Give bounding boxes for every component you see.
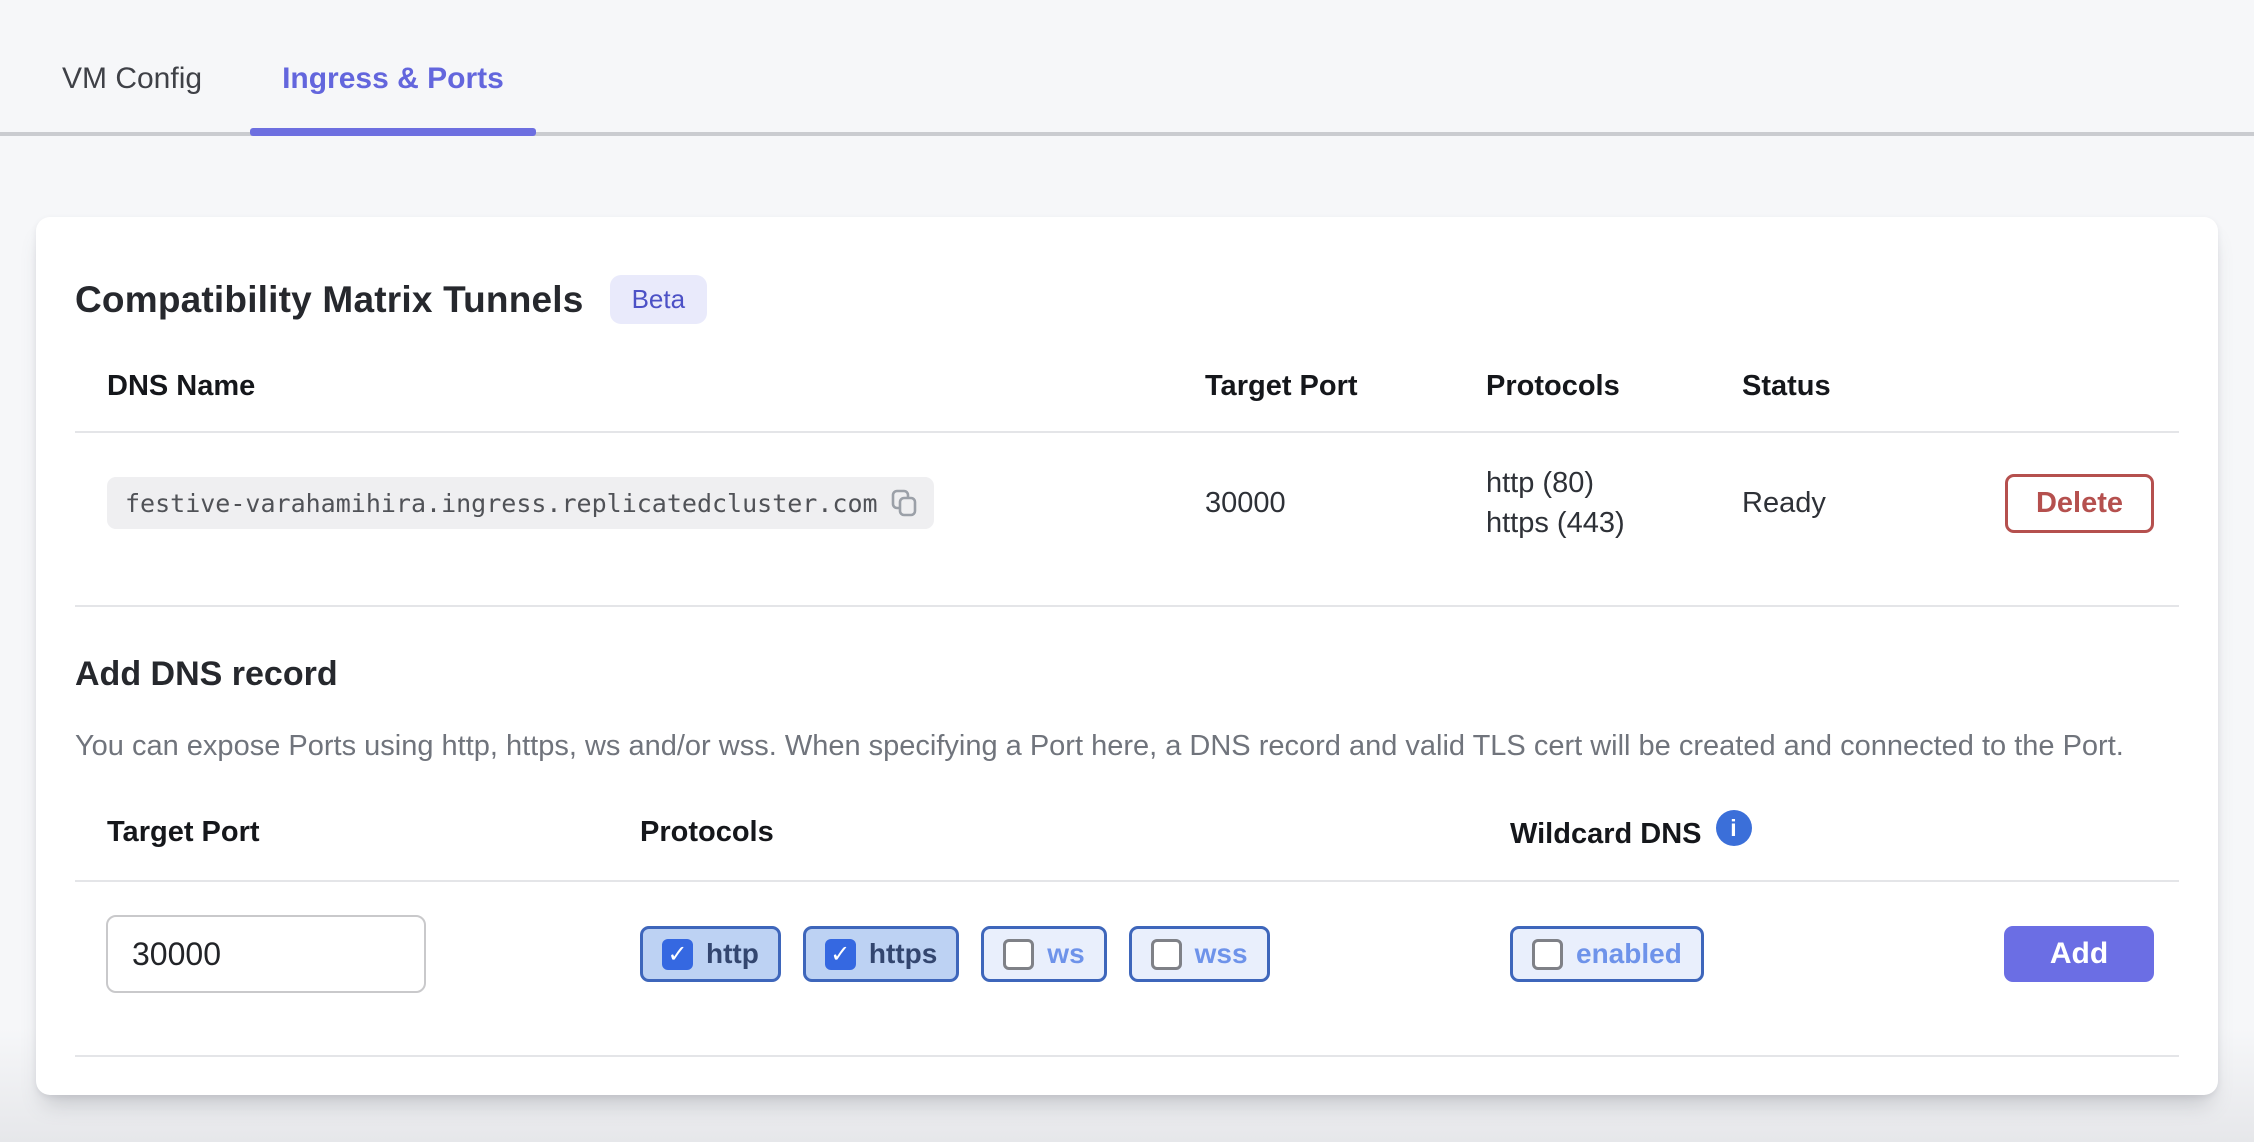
protocol-checkbox-https[interactable]: ✓ https (803, 926, 959, 982)
checkbox-unchecked-icon (1151, 939, 1182, 970)
form-row-divider (75, 1055, 2179, 1057)
protocol-option-label: http (706, 938, 759, 970)
col-header-protocols: Protocols (1486, 370, 1742, 403)
tab-ingress-ports[interactable]: Ingress & Ports (250, 62, 536, 132)
wildcard-option-label: enabled (1576, 938, 1682, 970)
checkbox-checked-icon: ✓ (662, 939, 693, 970)
panel-title-row: Compatibility Matrix Tunnels Beta (75, 275, 2179, 324)
protocols-cell: http (80) https (443) (1486, 463, 1742, 543)
checkbox-unchecked-icon (1532, 939, 1563, 970)
add-button[interactable]: Add (2004, 926, 2154, 982)
dns-name-value: festive-varahamihira.ingress.replicatedc… (125, 489, 878, 518)
page-title: Compatibility Matrix Tunnels (75, 279, 584, 321)
form-label-protocols: Protocols (640, 816, 1510, 852)
col-header-target-port: Target Port (1205, 370, 1486, 403)
table-row-divider (75, 605, 2179, 607)
col-header-dns-name: DNS Name (75, 370, 1205, 403)
tab-bar: VM Config Ingress & Ports (0, 0, 2254, 136)
protocol-line-http: http (80) (1486, 463, 1742, 503)
protocol-checkbox-http[interactable]: ✓ http (640, 926, 781, 982)
add-form-header: Target Port Protocols Wildcard DNS i (75, 816, 2179, 852)
info-icon[interactable]: i (1716, 810, 1752, 846)
target-port-cell: 30000 (1205, 487, 1486, 520)
ingress-panel: Compatibility Matrix Tunnels Beta DNS Na… (36, 217, 2218, 1095)
wildcard-enabled-checkbox[interactable]: enabled (1510, 926, 1704, 982)
status-cell: Ready (1742, 487, 1981, 520)
protocol-pill-group: ✓ http ✓ https ws wss (640, 926, 1510, 982)
dns-name-pill: festive-varahamihira.ingress.replicatedc… (107, 477, 934, 529)
protocol-line-https: https (443) (1486, 503, 1742, 543)
checkbox-unchecked-icon (1003, 939, 1034, 970)
protocol-option-label: https (869, 938, 937, 970)
delete-button[interactable]: Delete (2005, 474, 2154, 533)
target-port-input[interactable] (106, 915, 426, 993)
protocol-checkbox-wss[interactable]: wss (1129, 926, 1270, 982)
tab-vm-config[interactable]: VM Config (30, 62, 234, 132)
checkbox-checked-icon: ✓ (825, 939, 856, 970)
protocol-checkbox-ws[interactable]: ws (981, 926, 1106, 982)
add-dns-record-heading: Add DNS record (75, 655, 2179, 694)
copy-icon[interactable] (890, 487, 918, 519)
form-label-target-port: Target Port (75, 816, 640, 852)
form-label-wildcard-dns: Wildcard DNS i (1510, 816, 1930, 852)
beta-badge: Beta (610, 275, 708, 324)
tunnels-table-header: DNS Name Target Port Protocols Status (75, 370, 2179, 403)
add-dns-record-description: You can expose Ports using http, https, … (75, 726, 2160, 766)
protocol-option-label: wss (1195, 938, 1248, 970)
col-header-status: Status (1742, 370, 1981, 403)
table-row: festive-varahamihira.ingress.replicatedc… (75, 433, 2179, 577)
add-form-row: ✓ http ✓ https ws wss enabled Add (75, 882, 2179, 1027)
wildcard-dns-text: Wildcard DNS (1510, 818, 1702, 851)
dns-name-cell: festive-varahamihira.ingress.replicatedc… (75, 477, 1205, 529)
protocol-option-label: ws (1047, 938, 1084, 970)
